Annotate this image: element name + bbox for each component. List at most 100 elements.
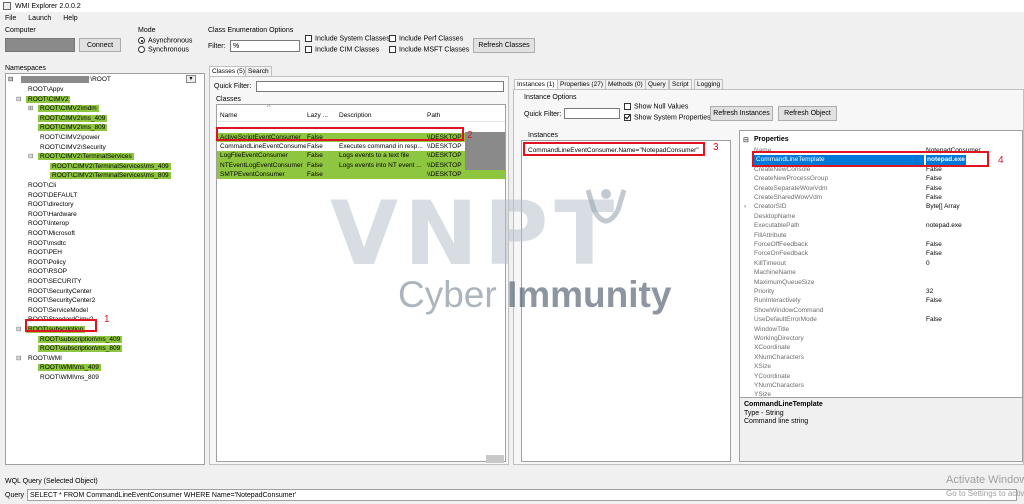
namespace-item[interactable]: ROOT\RSOP [26,267,69,276]
namespace-item[interactable]: ROOT\SECURITY [26,277,83,286]
namespace-item[interactable]: ROOT\Appv [26,85,65,94]
property-row[interactable]: CreateSharedWowVdm False [754,193,1022,202]
refresh-object-button[interactable]: Refresh Object [778,106,837,121]
namespace-item[interactable]: ROOT\Interop [26,219,71,228]
property-row[interactable]: › CreatorSID Byte[] Array [744,202,1022,211]
menu-file[interactable]: File [5,15,16,22]
tree-root[interactable]: ⊟ \ROOT [8,75,111,84]
namespace-label: ROOT\Interop [28,220,69,228]
menu-launch[interactable]: Launch [28,15,51,22]
namespace-item[interactable]: ROOT\ServiceModel [26,306,90,315]
collapse-icon[interactable]: ⊟ [16,354,21,363]
namespace-item[interactable]: ⊟ ROOT\CIMV2\TerminalServices [28,152,134,161]
col-name[interactable]: Name [220,111,237,120]
property-row[interactable]: RunInteractively False [754,296,1022,305]
property-row[interactable]: XSize [754,362,1022,371]
tab-classes[interactable]: Classes (5) [209,66,248,76]
scrollbar-thumb[interactable] [486,455,504,463]
namespace-item[interactable]: ROOT\SecurityCenter2 [26,296,97,305]
class-filter-input[interactable]: % [230,40,300,52]
instance-quick-filter-input[interactable] [564,108,620,119]
namespace-item[interactable]: ROOT\WMI\ms_809 [38,373,101,382]
namespace-item[interactable]: ROOT\subscription\ms_409 [38,335,123,344]
col-description[interactable]: Description [339,111,372,120]
property-row[interactable]: ForceOffFeedback False [754,240,1022,249]
property-row[interactable]: ShowWindowCommand [754,306,1022,315]
tab-script[interactable]: Script [669,79,692,89]
namespace-item[interactable]: ROOT\Microsoft [26,229,77,238]
show-null-values-checkbox[interactable]: Show Null Values [624,103,688,110]
namespace-item[interactable]: ROOT\CIMV2\ms_809 [38,123,108,132]
connect-button[interactable]: Connect [79,38,121,52]
namespace-item[interactable]: ROOT\DEFAULT [26,191,79,200]
tab-properties[interactable]: Properties (27) [557,79,606,89]
property-row[interactable]: MachineName [754,268,1022,277]
property-value: False [926,241,942,248]
property-row[interactable]: CreateSeparateWowVdm False [754,184,1022,193]
namespace-item[interactable]: ROOT\CIMV2\ms_409 [38,114,108,123]
properties-grid[interactable]: ⊟ Properties Name NotepadConsumer CommandLin… [739,130,1023,462]
namespace-tree[interactable]: ⊟ \ROOT ROOT\Appv ⊟ ROOT\CIMV2 ⊞ ROOT\CIMV2\… [5,73,205,465]
computer-input[interactable] [5,38,75,52]
namespace-item[interactable]: ROOT\SecurityCenter [26,287,94,296]
property-row[interactable]: MaximumQueueSize [754,278,1022,287]
namespace-item[interactable]: ⊟ ROOT\WMI [16,354,64,363]
show-system-properties-checkbox[interactable]: Show System Properties [624,114,711,121]
property-row[interactable]: ForceOnFeedback False [754,249,1022,258]
include-msft-classes-checkbox[interactable]: Include MSFT Classes [389,46,469,53]
col-lazy[interactable]: Lazy ... [307,111,328,120]
collapse-icon[interactable]: ⊟ [16,95,21,104]
namespace-item[interactable]: ROOT\subscription\ms_809 [38,344,123,353]
property-row[interactable]: YCoordinate [754,372,1022,381]
property-row[interactable]: FillAttribute [754,231,1022,240]
refresh-instances-button[interactable]: Refresh Instances [710,106,773,121]
property-row[interactable]: DesktopName [754,212,1022,221]
refresh-classes-button[interactable]: Refresh Classes [473,38,535,53]
property-row[interactable]: KillTimeout 0 [754,259,1022,268]
property-row[interactable]: XNumCharacters [754,353,1022,362]
namespace-label: ROOT\CIMV2 [26,95,71,103]
namespace-item[interactable]: ROOT\CIMV2\power [38,133,102,142]
namespace-item[interactable]: ROOT\WMI\ms_409 [38,363,101,372]
properties-collapse-icon[interactable]: ⊟ [743,136,749,144]
namespace-item[interactable]: ⊞ ROOT\CIMV2\mdm [28,104,99,113]
namespace-item[interactable]: ROOT\CIMV2\Security [38,143,108,152]
include-system-classes-checkbox[interactable]: Include System Classes [305,35,390,42]
expand-icon[interactable]: › [744,202,746,211]
wql-query-input[interactable]: SELECT * FROM CommandLineEventConsumer W… [27,489,1017,501]
menu-help[interactable]: Help [63,15,77,22]
scrollbar-handle[interactable]: ▾ [186,75,196,83]
include-perf-classes-checkbox[interactable]: Include Perf Classes [389,35,463,42]
namespace-item[interactable]: ⊟ ROOT\CIMV2 [16,95,71,104]
mode-sync-radio[interactable]: Synchronous [138,46,189,53]
namespace-item[interactable]: ROOT\directory [26,200,76,209]
expand-icon[interactable]: ⊞ [28,104,33,113]
namespace-item[interactable]: ROOT\msdtc [26,239,68,248]
property-row[interactable]: Priority 32 [754,287,1022,296]
namespace-item[interactable]: ROOT\Policy [26,258,68,267]
tab-methods[interactable]: Methods (0) [605,79,646,89]
property-row[interactable]: WorkingDirectory [754,334,1022,343]
mode-async-radio[interactable]: Asynchronous [138,37,192,44]
namespace-item[interactable]: ROOT\Hardware [26,210,79,219]
property-row[interactable]: CreateNewProcessGroup False [754,174,1022,183]
property-row[interactable]: ExecutablePath notepad.exe [754,221,1022,230]
tab-query[interactable]: Query [645,79,669,89]
collapse-icon[interactable]: ⊟ [16,325,21,334]
property-row[interactable]: WindowTitle [754,325,1022,334]
namespace-label: ROOT\subscription\ms_809 [38,345,123,353]
property-row[interactable]: XCoordinate [754,343,1022,352]
col-path[interactable]: Path [427,111,440,120]
namespace-item[interactable]: ROOT\PEH [26,248,64,257]
tab-logging[interactable]: Logging [694,79,724,89]
namespace-item[interactable]: ROOT\CIMV2\TerminalServices\ms_409 [50,162,171,171]
class-quick-filter-input[interactable] [256,81,504,92]
property-row[interactable]: YNumCharacters [754,381,1022,390]
collapse-icon[interactable]: ⊟ [28,152,33,161]
include-cim-classes-checkbox[interactable]: Include CIM Classes [305,46,379,53]
namespace-item[interactable]: ROOT\CIMV2\TerminalServices\ms_809 [50,171,171,180]
namespace-item[interactable]: ROOT\Cli [26,181,58,190]
property-row[interactable]: UseDefaultErrorMode False [754,315,1022,324]
tab-search[interactable]: Search [245,66,272,76]
tab-instances[interactable]: Instances (1) [514,79,558,89]
